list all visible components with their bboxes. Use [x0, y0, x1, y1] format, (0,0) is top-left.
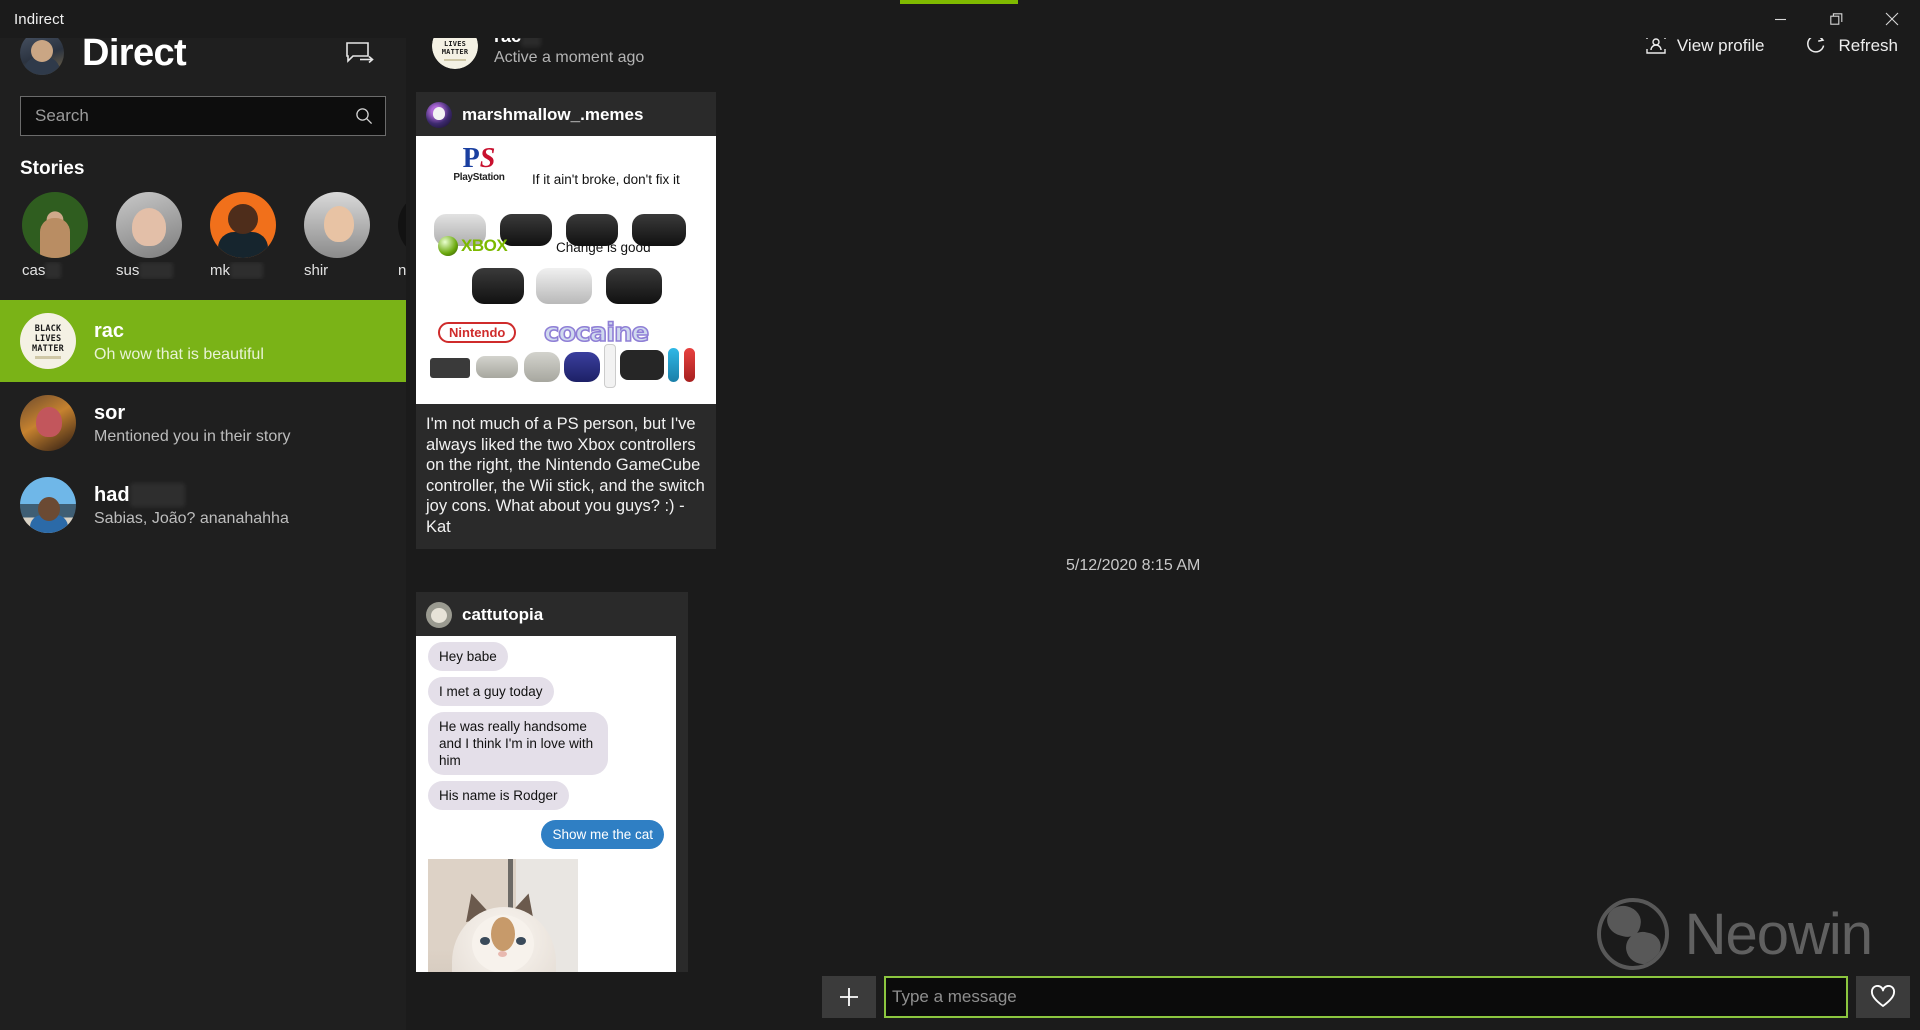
search-input[interactable] — [21, 97, 343, 135]
close-icon[interactable] — [1864, 0, 1920, 38]
avatar — [426, 602, 452, 628]
app-window: Indirect Direct Search Stories cas sus m… — [0, 0, 1920, 1030]
story-item[interactable]: shir — [300, 192, 394, 286]
controller-icon — [606, 268, 662, 304]
story-label-redacted: ey — [45, 262, 62, 279]
chat-bubble: His name is Rodger — [428, 781, 569, 810]
story-item[interactable]: mkerion — [206, 192, 300, 286]
search-box[interactable] — [20, 96, 386, 136]
controller-icon — [472, 268, 524, 304]
controller-icon — [620, 350, 664, 380]
conversation-preview: Oh wow that is beautiful — [94, 345, 264, 363]
meme-caption-ps: If it ain't broke, don't fix it — [532, 172, 680, 187]
story-avatar[interactable] — [210, 192, 276, 258]
chat-bubble: I met a guy today — [428, 677, 554, 706]
conversation-name-redacted: aaaaa — [129, 482, 186, 507]
conversation-name: hadaaaaa — [94, 482, 289, 507]
playstation-logo: PS PlayStation — [453, 143, 505, 184]
conversation-item-sor[interactable]: sor Mentioned you in their story — [0, 382, 406, 464]
conversation-list: BLACK LIVES MATTER rac Oh wow that is beau… — [0, 300, 406, 546]
stories-list[interactable]: casey susanna mkerion shir nu — [0, 186, 406, 296]
window-controls — [1752, 0, 1920, 38]
story-label: mk — [210, 262, 230, 279]
controller-icon — [476, 356, 518, 378]
story-item[interactable]: susanna — [112, 192, 206, 286]
meme-image[interactable]: PS PlayStation If it ain't broke, don't … — [416, 136, 716, 404]
conversation-name: sor — [94, 401, 126, 424]
story-label: sus — [116, 262, 140, 279]
dm-screenshot-image[interactable]: Hey babe I met a guy today He was really… — [416, 636, 676, 972]
minimize-icon[interactable] — [1752, 0, 1808, 38]
message-shared-post[interactable]: marshmallow_.memes PS PlayStation If it … — [416, 92, 716, 549]
conversation-preview: Sabias, João? ananahahha — [94, 509, 289, 527]
story-label: nu — [398, 262, 406, 279]
avatar — [20, 395, 76, 451]
restore-icon[interactable] — [1808, 0, 1864, 38]
controller-icon — [604, 344, 616, 388]
story-label: cas — [22, 262, 46, 279]
controller-icon — [500, 214, 552, 246]
message-input-container[interactable] — [884, 976, 1848, 1018]
conversation-item-rac[interactable]: BLACK LIVES MATTER rac Oh wow that is beau… — [0, 300, 406, 382]
story-avatar[interactable] — [304, 192, 370, 258]
post-username[interactable]: cattutopia — [462, 605, 543, 625]
conversation-preview: Mentioned you in their story — [94, 427, 291, 445]
controller-icon — [684, 348, 695, 382]
cat-photo — [428, 859, 578, 972]
heart-icon[interactable] — [1856, 976, 1910, 1018]
controller-icon — [536, 268, 592, 304]
plus-icon[interactable] — [822, 976, 876, 1018]
message-input[interactable] — [892, 978, 1840, 1016]
post-username[interactable]: marshmallow_.memes — [462, 105, 643, 125]
controller-icon — [430, 358, 470, 378]
black-lives-matter-avatar: BLACK LIVES MATTER — [20, 313, 76, 369]
story-label: shir — [304, 262, 329, 279]
chat-pane: BLACKLIVESMATTER racaa Active a moment a… — [406, 10, 1920, 1030]
new-message-icon[interactable] — [338, 33, 382, 73]
story-item[interactable]: nu — [394, 192, 406, 286]
title-bar: Indirect — [0, 0, 1920, 38]
conversation-name: rac — [94, 319, 125, 342]
meme-caption-xbox: Change is good — [556, 240, 651, 255]
search-container — [0, 96, 406, 136]
stories-heading: Stories — [20, 158, 85, 179]
chat-bubble: Hey babe — [428, 642, 508, 671]
window-title: Indirect — [14, 10, 64, 28]
controller-icon — [668, 348, 679, 382]
story-avatar[interactable] — [398, 192, 406, 258]
conversation-item-had[interactable]: hadaaaaa Sabias, João? ananahahha — [0, 464, 406, 546]
story-label-redacted: anna — [139, 262, 173, 279]
message-composer — [812, 972, 1920, 1030]
view-profile-label: View profile — [1676, 36, 1765, 55]
nintendo-logo: Nintendo — [438, 322, 517, 343]
message-timestamp: 5/12/2020 8:15 AM — [1066, 557, 1201, 574]
search-icon[interactable] — [343, 107, 385, 125]
avatar — [426, 102, 452, 128]
xbox-logo: XBOX — [438, 236, 508, 256]
refresh-label: Refresh — [1838, 36, 1898, 55]
story-item[interactable]: casey — [18, 192, 112, 286]
story-label-redacted: erion — [230, 262, 264, 279]
status-badge: Active a moment ago — [494, 48, 645, 66]
controller-icon — [524, 352, 560, 382]
controller-icon — [564, 352, 600, 382]
story-avatar[interactable] — [116, 192, 182, 258]
chat-bubble: He was really handsome and I think I'm i… — [428, 712, 608, 775]
story-avatar[interactable] — [22, 192, 88, 258]
message-shared-post[interactable]: cattutopia Hey babe I met a guy today He… — [416, 592, 688, 972]
accent-stripe — [900, 0, 1018, 4]
post-caption: I'm not much of a PS person, but I've al… — [426, 415, 705, 536]
avatar — [20, 477, 76, 533]
post-header: cattutopia — [416, 592, 688, 636]
sidebar: Direct Stories — [0, 10, 406, 1030]
post-header: marshmallow_.memes — [416, 92, 716, 136]
meme-caption-nintendo: cocaine — [543, 317, 650, 349]
chat-bubble: Show me the cat — [541, 820, 664, 849]
message-list[interactable]: marshmallow_.memes PS PlayStation If it … — [406, 82, 1920, 972]
